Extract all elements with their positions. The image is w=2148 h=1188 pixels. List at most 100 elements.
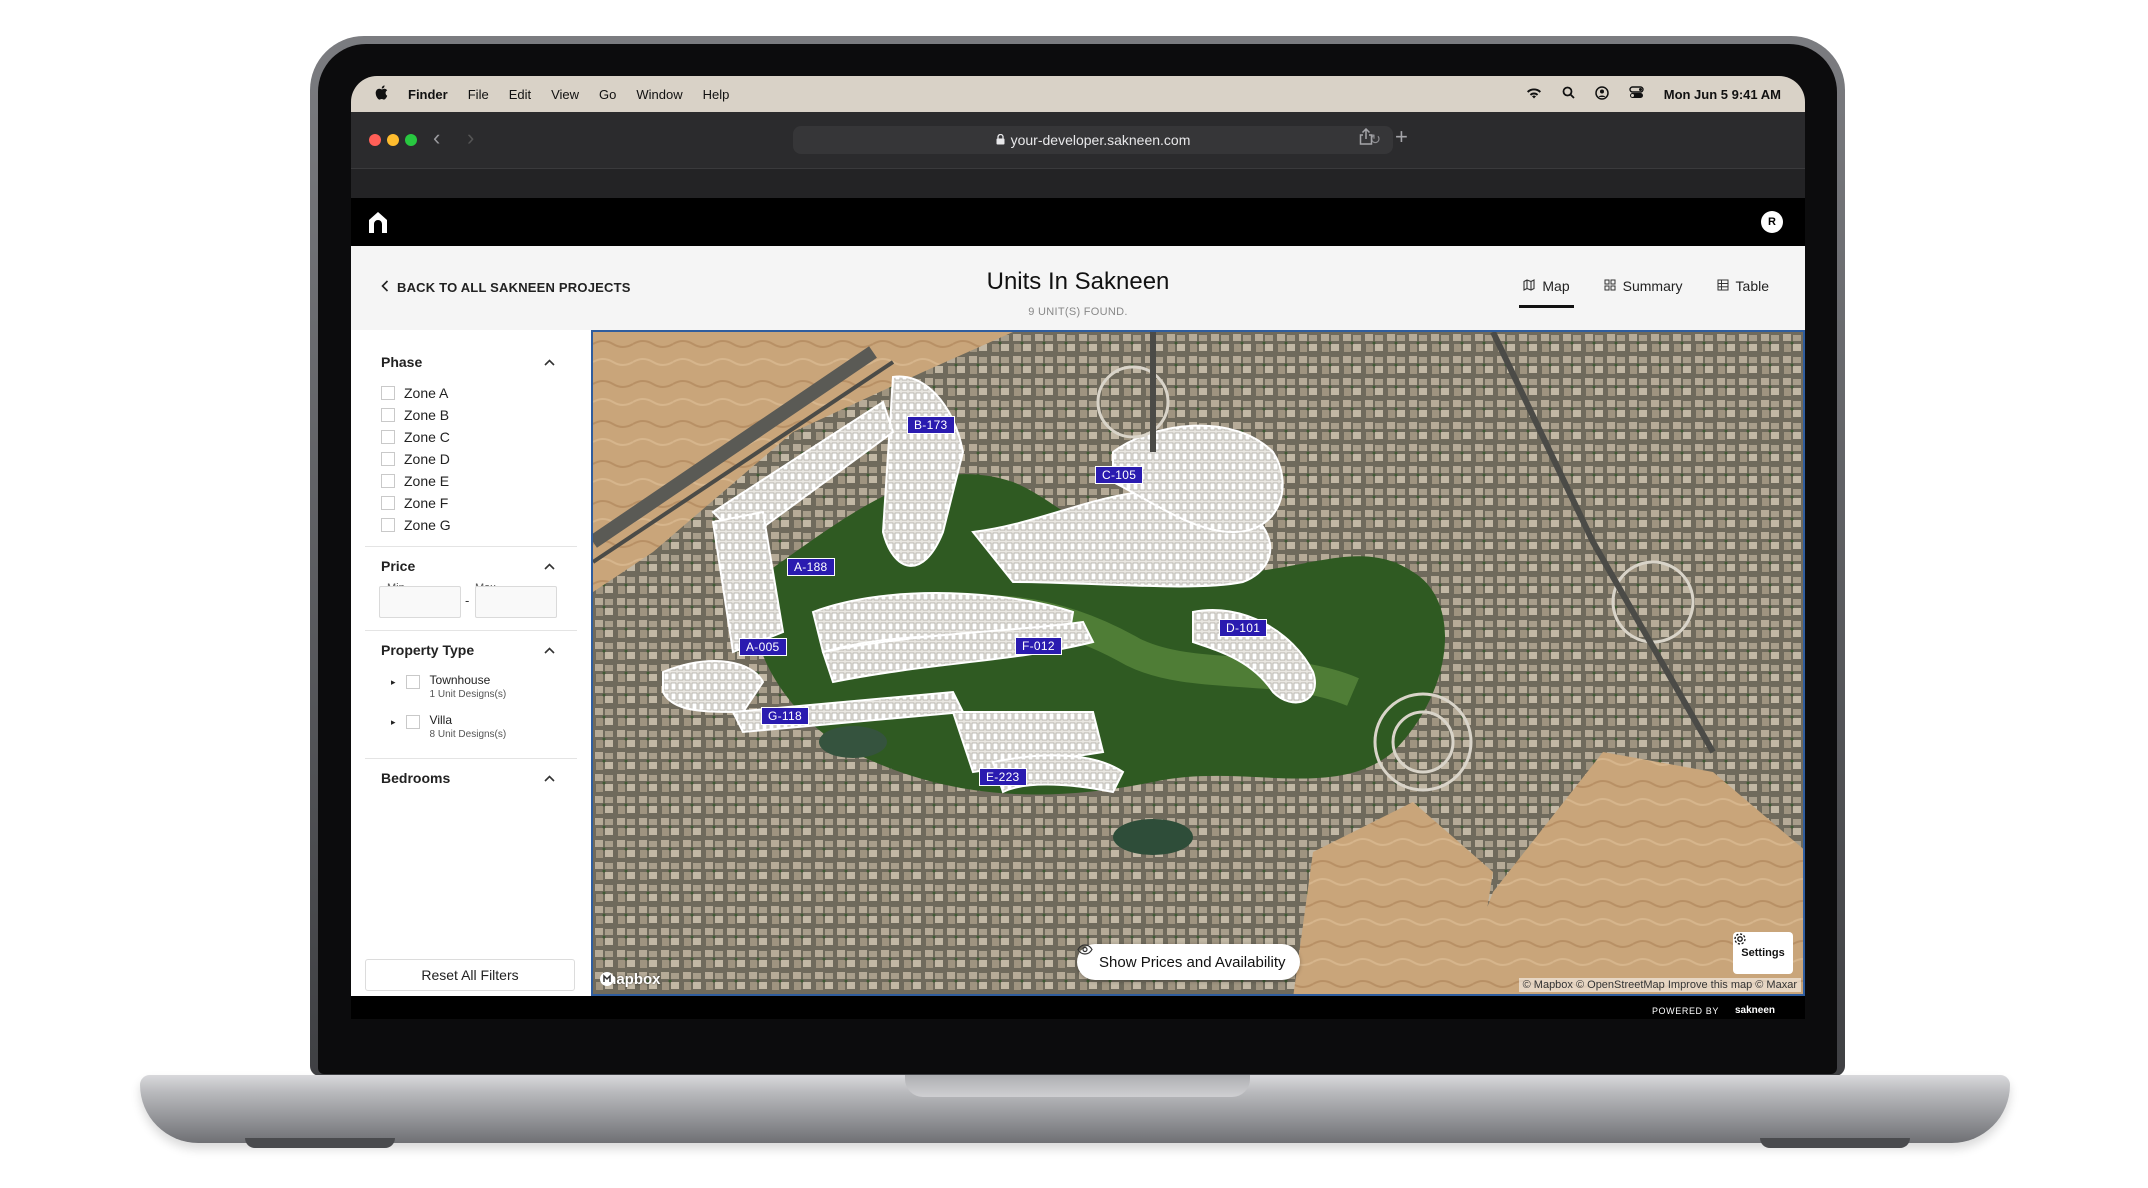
unit-marker-d-101[interactable]: D-101 (1219, 619, 1268, 637)
phase-option-zone-a[interactable]: Zone A (381, 385, 448, 401)
macos-menu-bar: Finder File Edit View Go Window Help Mon… (351, 76, 1805, 112)
apple-icon[interactable] (375, 85, 388, 103)
property-type-name: Villa (429, 713, 452, 727)
property-type-townhouse[interactable]: ▸ Townhouse 1 Unit Designs(s) (391, 673, 506, 700)
avatar[interactable]: R (1761, 211, 1783, 233)
section-divider (365, 546, 577, 547)
phase-option-zone-c[interactable]: Zone C (381, 429, 450, 445)
phase-option-zone-f[interactable]: Zone F (381, 495, 448, 511)
app-top-bar: R (351, 198, 1805, 246)
menu-window[interactable]: Window (636, 87, 682, 102)
forward-arrow-icon[interactable]: › (467, 125, 474, 151)
checkbox[interactable] (381, 496, 395, 510)
map-imagery[interactable] (593, 332, 1805, 996)
tab-map[interactable]: Map (1519, 278, 1574, 308)
checkbox[interactable] (405, 675, 420, 689)
phase-option-label: Zone B (404, 407, 450, 423)
phase-option-zone-b[interactable]: Zone B (381, 407, 449, 423)
mapbox-logo[interactable]: mapbox (599, 971, 661, 988)
lock-icon (996, 132, 1005, 148)
section-divider (365, 758, 577, 759)
property-type-designs: 8 Unit Designs(s) (429, 729, 507, 740)
zoom-window-button[interactable] (405, 134, 417, 146)
price-separator: - (465, 593, 470, 608)
address-bar[interactable]: your-developer.sakneen.com ↻ (793, 126, 1393, 154)
checkbox[interactable] (381, 452, 395, 466)
close-window-button[interactable] (369, 134, 381, 146)
browser-tab-strip (351, 168, 1805, 199)
checkbox[interactable] (381, 430, 395, 444)
tab-summary[interactable]: Summary (1604, 278, 1683, 294)
price-max-input[interactable] (475, 586, 557, 618)
phase-option-label: Zone A (404, 385, 449, 401)
map-settings-button[interactable]: Settings (1733, 932, 1793, 974)
phase-option-zone-d[interactable]: Zone D (381, 451, 450, 467)
unit-marker-g-118[interactable]: G-118 (761, 707, 809, 725)
menu-help[interactable]: Help (703, 87, 730, 102)
chevron-up-icon[interactable] (544, 558, 555, 573)
property-type-villa[interactable]: ▸ Villa 8 Unit Designs(s) (391, 713, 506, 740)
caret-right-icon[interactable]: ▸ (391, 677, 396, 688)
menu-clock[interactable]: Mon Jun 5 9:41 AM (1664, 87, 1781, 102)
wifi-icon[interactable] (1526, 87, 1542, 102)
phase-option-label: Zone G (404, 517, 451, 533)
user-icon[interactable] (1594, 85, 1609, 103)
unit-marker-c-105[interactable]: C-105 (1095, 466, 1144, 484)
checkbox[interactable] (405, 715, 420, 729)
minimize-window-button[interactable] (387, 134, 399, 146)
unit-marker-a-005[interactable]: A-005 (739, 638, 787, 656)
laptop-foot-right (1760, 1138, 1910, 1148)
checkbox[interactable] (381, 518, 395, 532)
filters-sidebar: Phase Zone A Zone B Zone C Zone D Zone E… (351, 330, 591, 996)
grid-icon (1604, 279, 1616, 294)
new-tab-icon[interactable]: + (1395, 124, 1408, 150)
satellite-map[interactable]: B-173 C-105 A-188 D-101 F-012 A-005 G-11… (591, 330, 1805, 996)
search-icon[interactable] (1562, 86, 1575, 102)
bedrooms-section-title[interactable]: Bedrooms (381, 770, 450, 786)
back-arrow-icon[interactable]: ‹ (433, 125, 440, 151)
web-app: R BACK TO ALL SAKNEEN PROJECTS Units In … (351, 198, 1805, 1019)
chevron-up-icon[interactable] (544, 354, 555, 369)
unit-marker-f-012[interactable]: F-012 (1015, 637, 1062, 655)
checkbox[interactable] (381, 386, 395, 400)
phase-option-zone-g[interactable]: Zone G (381, 517, 451, 533)
phase-option-label: Zone E (404, 473, 450, 489)
map-attribution[interactable]: © Mapbox © OpenStreetMap Improve this ma… (1518, 978, 1801, 992)
caret-right-icon[interactable]: ▸ (391, 717, 396, 728)
menu-finder[interactable]: Finder (408, 87, 448, 102)
browser-toolbar: ‹ › your-developer.sakneen.com ↻ + (351, 112, 1805, 168)
powered-by-label: POWERED BY (1651, 1005, 1719, 1016)
phase-option-zone-e[interactable]: Zone E (381, 473, 449, 489)
tab-table[interactable]: Table (1717, 278, 1769, 294)
menu-view[interactable]: View (551, 87, 579, 102)
chevron-up-icon[interactable] (544, 642, 555, 657)
unit-marker-e-223[interactable]: E-223 (979, 768, 1027, 786)
checkbox[interactable] (381, 474, 395, 488)
phase-section-title[interactable]: Phase (381, 354, 422, 370)
property-type-section-title[interactable]: Property Type (381, 642, 474, 658)
checkbox[interactable] (381, 408, 395, 422)
reset-filters-button[interactable]: Reset All Filters (365, 959, 575, 991)
settings-label: Settings (1741, 947, 1785, 959)
section-divider (365, 630, 577, 631)
chevron-up-icon[interactable] (544, 770, 555, 785)
url-text: your-developer.sakneen.com (1010, 132, 1191, 148)
unit-marker-b-173[interactable]: B-173 (907, 416, 955, 434)
view-tabs: Map Summary Table (1519, 278, 1769, 308)
control-center-icon[interactable] (1629, 86, 1644, 102)
menu-file[interactable]: File (468, 87, 489, 102)
phase-option-label: Zone D (404, 451, 450, 467)
unit-marker-a-188[interactable]: A-188 (787, 558, 835, 576)
share-icon[interactable] (1359, 127, 1373, 150)
home-logo-icon[interactable] (365, 209, 391, 235)
price-min-input[interactable] (379, 586, 461, 618)
brand-logo[interactable]: sakneen (1735, 1005, 1775, 1016)
show-prices-button[interactable]: Show Prices and Availability (1077, 944, 1300, 980)
laptop-notch (905, 1075, 1250, 1097)
tab-summary-label: Summary (1622, 278, 1683, 294)
phase-option-label: Zone C (404, 429, 450, 445)
property-type-designs: 1 Unit Designs(s) (429, 689, 507, 700)
price-section-title[interactable]: Price (381, 558, 415, 574)
menu-go[interactable]: Go (599, 87, 616, 102)
menu-edit[interactable]: Edit (509, 87, 531, 102)
